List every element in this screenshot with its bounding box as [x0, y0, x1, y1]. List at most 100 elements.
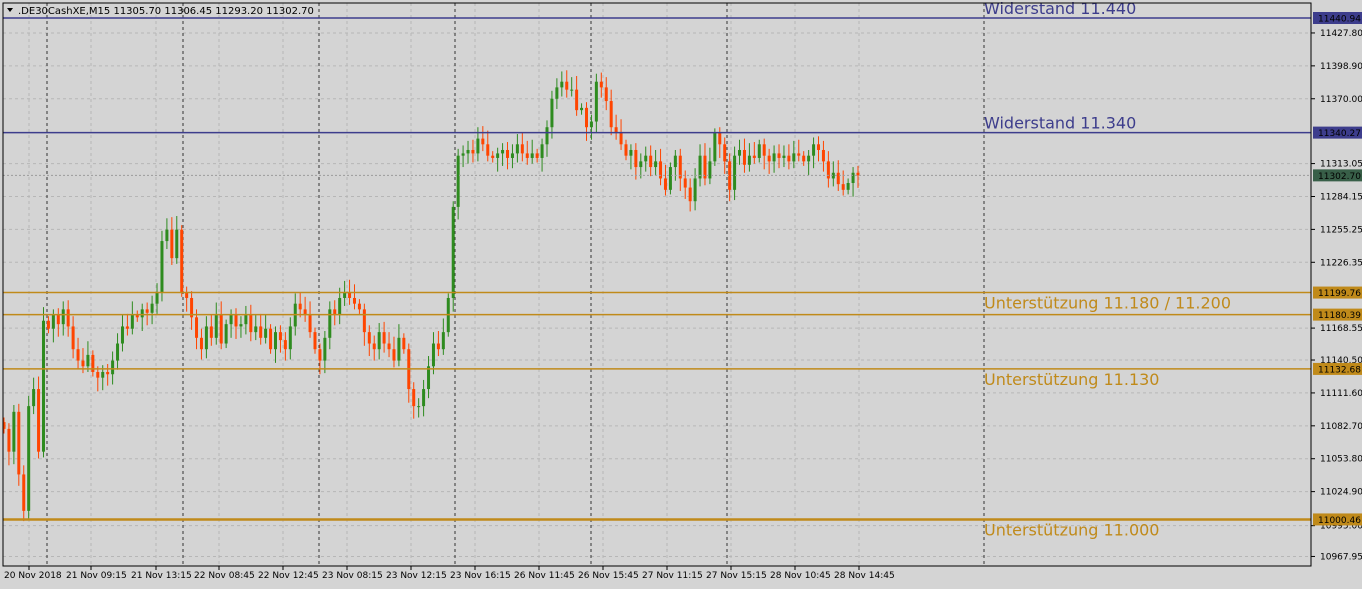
candle-body	[209, 326, 213, 338]
support-label: Unterstützung 11.180 / 11.200	[984, 294, 1231, 313]
candle-body	[283, 340, 287, 350]
candle-body	[530, 153, 534, 158]
price-tag-label: 11180.39	[1318, 311, 1361, 321]
candle-body	[540, 144, 544, 158]
chart-window[interactable]: Widerstand 11.440 Widerstand 11.340 Unters…	[0, 0, 1362, 585]
candle-body	[461, 153, 465, 156]
candle-body	[269, 328, 273, 350]
candle-body	[7, 428, 11, 452]
candle-body	[515, 144, 519, 154]
candle-body	[550, 98, 554, 128]
candle-body	[323, 337, 327, 361]
candle-body	[239, 324, 243, 327]
candle-body	[535, 153, 539, 158]
time-tick-label: 27 Nov 15:15	[706, 571, 767, 581]
candle-body	[659, 161, 663, 179]
candle-body	[417, 406, 421, 408]
symbol-header[interactable]: .DE30CashXE,M15 11305.70 11306.45 11293.…	[7, 6, 314, 17]
candle-body	[742, 149, 746, 165]
candle-body	[125, 326, 129, 329]
time-tick-label: 21 Nov 09:15	[66, 571, 127, 581]
candle-body	[180, 229, 184, 293]
candle-body	[66, 309, 70, 327]
time-tick-label: 22 Nov 08:45	[194, 571, 255, 581]
candle-body	[708, 161, 712, 179]
candle-body	[639, 161, 643, 168]
candle-body	[81, 360, 85, 367]
candle-body	[308, 315, 312, 333]
candle-body	[352, 297, 356, 304]
candle-body	[510, 153, 514, 158]
candle-body	[234, 315, 238, 327]
candle-body	[12, 411, 16, 452]
candle-body	[846, 182, 850, 190]
candle-body	[298, 303, 302, 310]
candle-body	[397, 337, 401, 361]
price-tag-label: 11340.27	[1318, 129, 1361, 139]
candle-body	[199, 337, 203, 350]
time-tick-label: 26 Nov 11:45	[514, 571, 575, 581]
candle-body	[436, 343, 440, 350]
candle-body	[328, 309, 332, 338]
candle-body	[752, 155, 756, 158]
candle-body	[175, 229, 179, 259]
candle-body	[140, 309, 144, 318]
candle-body	[718, 132, 722, 145]
time-tick-label: 20 Nov 2018	[4, 571, 62, 581]
price-tick-label: 11255.25	[1320, 225, 1362, 235]
candle-body	[214, 315, 218, 338]
candle-body	[150, 303, 154, 313]
candle-body	[476, 138, 480, 154]
candle-body	[372, 343, 376, 350]
price-tag-label: 11000.46	[1318, 516, 1361, 526]
price-tick-label: 11082.70	[1320, 422, 1362, 432]
price-chart[interactable]: Widerstand 11.440Widerstand 11.340Unters…	[0, 0, 1362, 585]
candle-body	[807, 155, 811, 162]
candle-body	[111, 360, 115, 375]
candle-body	[575, 89, 579, 111]
candle-body	[278, 332, 282, 341]
candle-body	[817, 144, 821, 150]
candle-body	[782, 155, 786, 158]
time-tick-label: 21 Nov 13:15	[131, 571, 192, 581]
candle-body	[135, 315, 139, 318]
time-tick-label: 28 Nov 10:45	[770, 571, 831, 581]
price-tick-label: 10967.95	[1320, 552, 1362, 562]
candle-body	[451, 206, 455, 298]
candle-body	[27, 406, 31, 511]
candle-body	[792, 153, 796, 162]
price-tag-label: 11132.68	[1318, 365, 1361, 375]
candle-body	[713, 132, 717, 162]
candle-body	[560, 81, 564, 88]
candle-body	[382, 332, 386, 344]
price-tag-label: 11199.76	[1318, 289, 1361, 299]
candle-body	[496, 153, 500, 158]
price-tick-label: 11024.90	[1320, 488, 1362, 498]
candle-body	[520, 144, 524, 154]
candle-body	[767, 155, 771, 162]
candle-body	[362, 309, 366, 333]
candle-body	[683, 178, 687, 188]
candle-body	[644, 155, 648, 162]
candle-body	[673, 155, 677, 168]
candle-body	[116, 343, 120, 361]
candle-body	[22, 474, 26, 511]
candle-body	[589, 121, 593, 128]
time-tick-label: 23 Nov 12:15	[386, 571, 447, 581]
candle-body	[387, 343, 391, 350]
candle-body	[668, 167, 672, 190]
price-tag-label: 11440.94	[1318, 15, 1361, 25]
candle-body	[71, 326, 75, 350]
candle-body	[254, 326, 258, 333]
candle-body	[738, 149, 742, 156]
candle-body	[377, 332, 381, 350]
candle-body	[204, 326, 208, 350]
time-tick-label: 26 Nov 15:45	[578, 571, 639, 581]
candle-body	[787, 155, 791, 162]
candle-body	[723, 144, 727, 162]
candle-body	[106, 371, 110, 375]
price-tick-label: 11427.80	[1320, 29, 1362, 39]
time-tick-label: 23 Nov 16:15	[450, 571, 511, 581]
candle-body	[604, 87, 608, 102]
candle-body	[313, 332, 317, 350]
